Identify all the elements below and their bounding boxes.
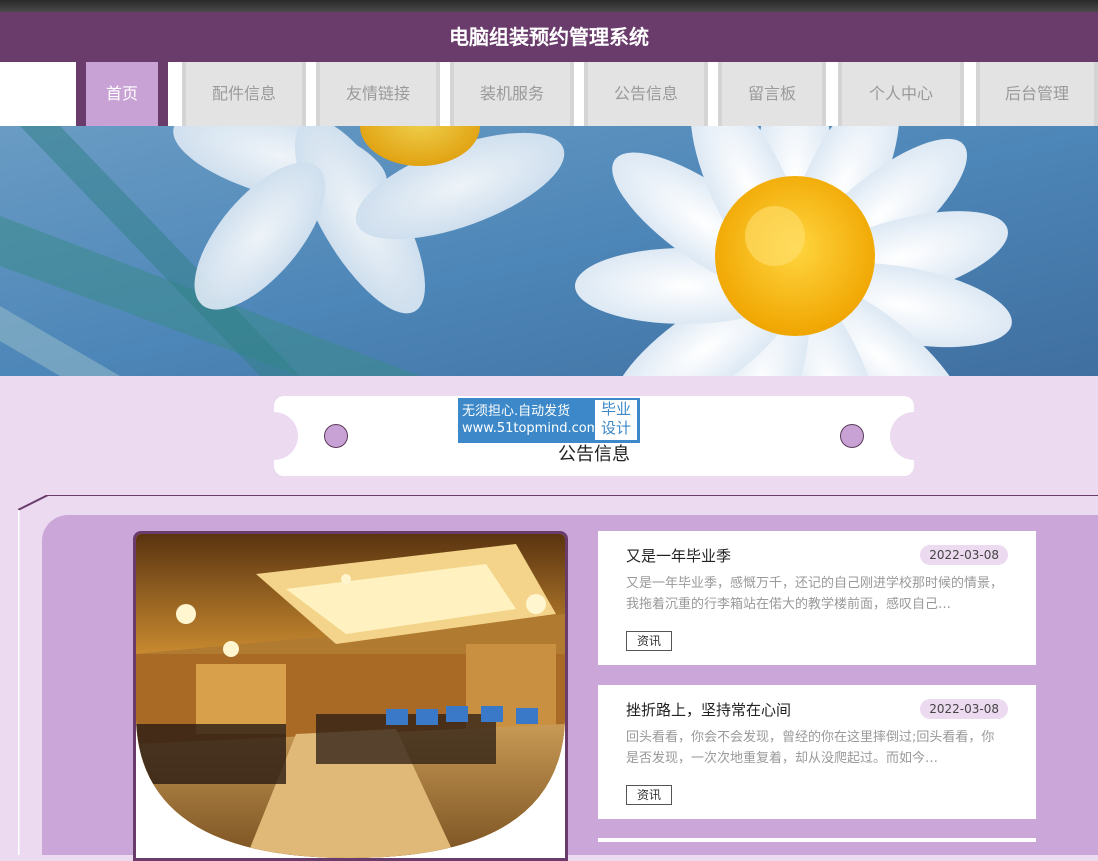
nav-label: 后台管理	[1004, 84, 1069, 103]
nav-label: 友情链接	[345, 84, 410, 103]
watermark-box: 毕业 设计	[594, 399, 638, 441]
site-title: 电脑组装预约管理系统	[449, 25, 649, 49]
news-card[interactable]: 挫折路上，坚持常在心间 2022-03-08 回头看看，你会不会发现，曾经的你在…	[598, 685, 1036, 819]
nav-item-announcements[interactable]: 公告信息	[584, 62, 708, 126]
nav-label: 留言板	[747, 84, 796, 103]
watermark-line1: 无须担心.自动发货	[462, 404, 571, 419]
watermark-badge: 无须担心.自动发货 www.51topmind.com 毕业 设计	[458, 398, 640, 443]
nav-item-personal-center[interactable]: 个人中心	[838, 62, 964, 126]
news-tag[interactable]: 资讯	[626, 785, 673, 805]
nav-item-home[interactable]: 首页	[76, 62, 168, 126]
watermark-box-line2: 设计	[600, 419, 631, 437]
watermark-text: 无须担心.自动发货 www.51topmind.com	[462, 403, 600, 437]
nav-item-parts[interactable]: 配件信息	[182, 62, 306, 126]
featured-photo	[133, 531, 568, 861]
nav-item-assembly-service[interactable]: 装机服务	[450, 62, 574, 126]
news-excerpt: 回头看看，你会不会发现，曾经的你在这里摔倒过;回头看看，你是否发现，一次次地重复…	[626, 730, 995, 766]
nav-item-message-board[interactable]: 留言板	[718, 62, 826, 126]
nav-item-links[interactable]: 友情链接	[316, 62, 440, 126]
news-date: 2022-03-08	[920, 699, 1008, 719]
section-title: 公告信息	[558, 444, 630, 465]
banner-image	[0, 126, 1098, 376]
news-card[interactable]: 又是一年毕业季 2022-03-08 又是一年毕业季，感慨万千，还记的自己刚进学…	[598, 531, 1036, 665]
nav-label: 个人中心	[868, 84, 933, 103]
site-header: 电脑组装预约管理系统	[0, 12, 1098, 62]
watermark-line2: www.51topmind.com	[462, 421, 600, 436]
news-excerpt: 又是一年毕业季，感慨万千，还记的自己刚进学校那时候的情景，我拖着沉重的行李箱站在…	[626, 576, 1004, 612]
section-header: 无须担心.自动发货 www.51topmind.com 毕业 设计 公告信息	[250, 396, 938, 476]
nav-label: 首页	[105, 84, 138, 103]
news-card-partial	[598, 838, 1036, 842]
nav-label: 公告信息	[613, 84, 678, 103]
watermark-box-line1: 毕业	[600, 400, 631, 418]
nav-label: 装机服务	[479, 84, 544, 103]
top-strip	[0, 0, 1098, 12]
news-title[interactable]: 挫折路上，坚持常在心间	[626, 699, 791, 720]
news-title[interactable]: 又是一年毕业季	[626, 545, 731, 566]
nav-label: 配件信息	[211, 84, 276, 103]
news-date: 2022-03-08	[920, 545, 1008, 565]
main-nav: 首页 配件信息 友情链接 装机服务 公告信息 留言板 个人中心 后台管理	[0, 62, 1098, 126]
news-tag[interactable]: 资讯	[626, 631, 673, 651]
nav-item-admin[interactable]: 后台管理	[976, 62, 1098, 126]
